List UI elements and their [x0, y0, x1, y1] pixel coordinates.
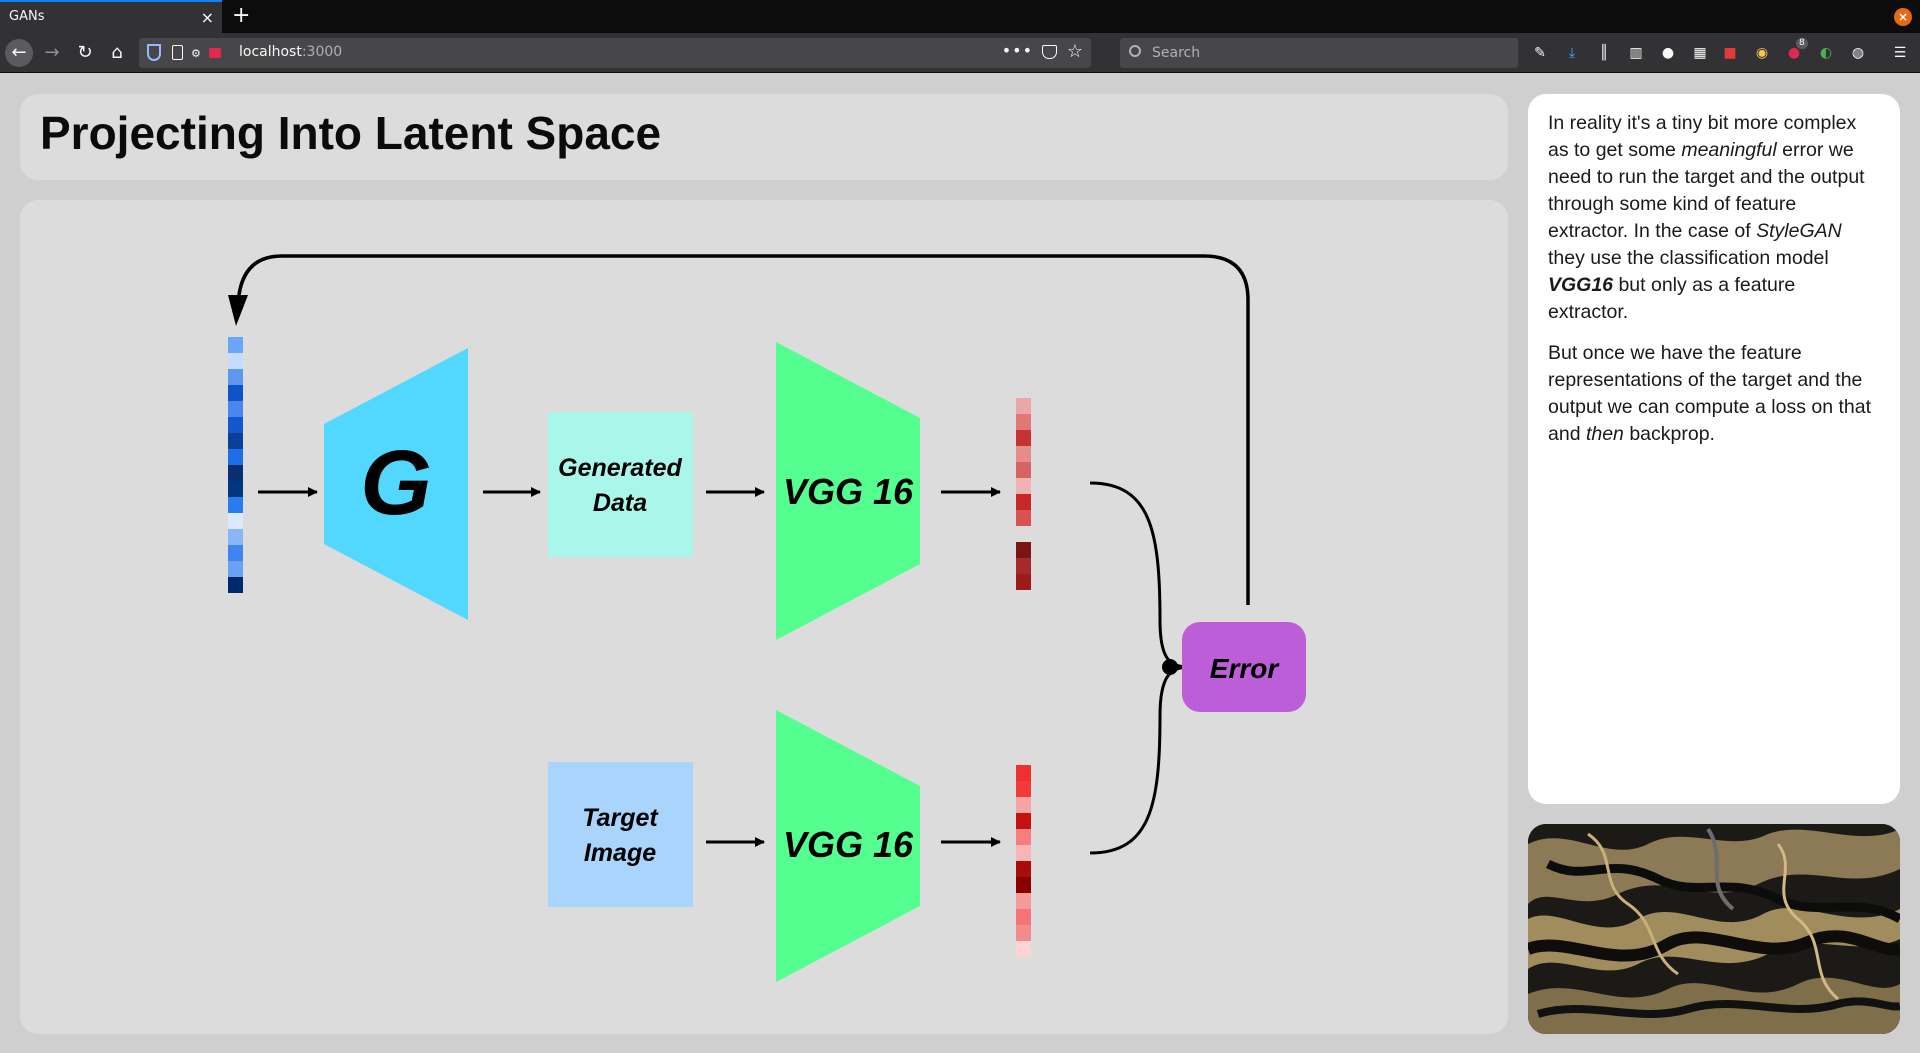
- url-bar[interactable]: ⚙ localhost:3000 ••• ☆: [139, 38, 1091, 68]
- projection-diagram: G Generated Data VGG 16 Target Image VGG…: [228, 254, 1306, 982]
- extension-icon[interactable]: ◍: [1848, 43, 1868, 63]
- tab-close-icon[interactable]: ×: [201, 8, 214, 27]
- search-input[interactable]: Search: [1152, 45, 1200, 61]
- nav-bar: ← → ↻ ⌂ ⚙ localhost:3000 ••• ☆ Search ✎ …: [0, 33, 1920, 73]
- extension-icon[interactable]: ◐: [1816, 43, 1836, 63]
- page-title: Projecting Into Latent Space: [40, 107, 662, 159]
- notes-card: In reality it's a tiny bit more complex …: [1528, 94, 1900, 804]
- url-text[interactable]: localhost:3000: [239, 44, 342, 60]
- latent-vector: [228, 337, 243, 593]
- url-port: :3000: [301, 44, 343, 60]
- notes-paragraph-2: But once we have the feature representat…: [1548, 340, 1880, 448]
- generated-data-box: [548, 412, 693, 557]
- extension-icon[interactable]: ■: [1720, 43, 1740, 63]
- error-label: Error: [1210, 653, 1281, 684]
- target-image-label-1: Target: [582, 804, 659, 832]
- vgg-bottom-label: VGG 16: [783, 824, 914, 865]
- pocket-icon[interactable]: [1042, 45, 1057, 59]
- connector-bottom: [1089, 665, 1191, 855]
- account-icon[interactable]: ●: [1658, 43, 1678, 63]
- download-icon[interactable]: ⤓: [1562, 43, 1582, 63]
- extension-badge: 8: [1796, 38, 1808, 49]
- marble-texture-image: [1528, 824, 1900, 1034]
- reload-icon[interactable]: ↻: [71, 39, 99, 67]
- library-icon[interactable]: ║: [1594, 43, 1614, 63]
- more-icon[interactable]: •••: [1002, 41, 1033, 60]
- feedback-arrow-head: [228, 295, 248, 326]
- vgg-top-label: VGG 16: [783, 471, 914, 512]
- home-icon[interactable]: ⌂: [103, 39, 131, 67]
- menu-icon[interactable]: ☰: [1890, 43, 1910, 63]
- window-close-icon[interactable]: ×: [1894, 8, 1912, 26]
- forward-arrow-icon[interactable]: →: [38, 39, 66, 67]
- notes-emphasis: then: [1585, 423, 1624, 445]
- tools-icon[interactable]: ✎: [1530, 43, 1550, 63]
- title-card: Projecting Into Latent Space: [20, 94, 1508, 180]
- notes-paragraph-1: In reality it's a tiny bit more complex …: [1548, 110, 1880, 326]
- diagram-card: G Generated Data VGG 16 Target Image VGG…: [20, 200, 1508, 1034]
- generator-label: G: [360, 432, 432, 534]
- shield-icon[interactable]: [147, 44, 161, 61]
- feature-vector-target: [1016, 765, 1031, 957]
- page-content: Projecting Into Latent Space G Generated…: [0, 74, 1920, 1053]
- url-host: localhost: [239, 44, 302, 60]
- notes-emphasis: meaningful: [1681, 139, 1777, 161]
- page-icon[interactable]: [172, 45, 183, 60]
- sidebar-icon[interactable]: ▥: [1626, 43, 1646, 63]
- new-tab-icon[interactable]: +: [232, 3, 250, 28]
- target-image-box: [548, 762, 693, 907]
- star-icon[interactable]: ☆: [1067, 41, 1083, 62]
- tab-bar: GANs × + ×: [0, 0, 1920, 33]
- feature-vector-generated: [1016, 398, 1031, 590]
- notes-text: they use the classification model: [1548, 247, 1829, 269]
- notes-text: backprop.: [1623, 423, 1715, 445]
- back-arrow-icon[interactable]: ←: [5, 39, 33, 67]
- notes-strong: VGG16: [1548, 274, 1614, 296]
- generated-data-label-2: Data: [593, 489, 647, 517]
- search-bar[interactable]: Search: [1120, 38, 1518, 68]
- browser-tab[interactable]: GANs ×: [0, 0, 222, 33]
- generated-image-preview: [1528, 824, 1900, 1034]
- target-image-label-2: Image: [584, 839, 656, 867]
- junction-dot: [1162, 659, 1178, 675]
- connector-top: [1089, 481, 1191, 669]
- camera-icon[interactable]: [209, 48, 221, 58]
- search-icon: [1129, 45, 1141, 57]
- generated-data-label-1: Generated: [558, 454, 682, 482]
- extension-icon[interactable]: ▦: [1690, 43, 1710, 63]
- tab-title: GANs: [9, 9, 45, 24]
- notes-emphasis: StyleGAN: [1756, 220, 1842, 242]
- extension-icon[interactable]: ◉: [1752, 43, 1772, 63]
- permissions-icon[interactable]: ⚙: [191, 47, 201, 60]
